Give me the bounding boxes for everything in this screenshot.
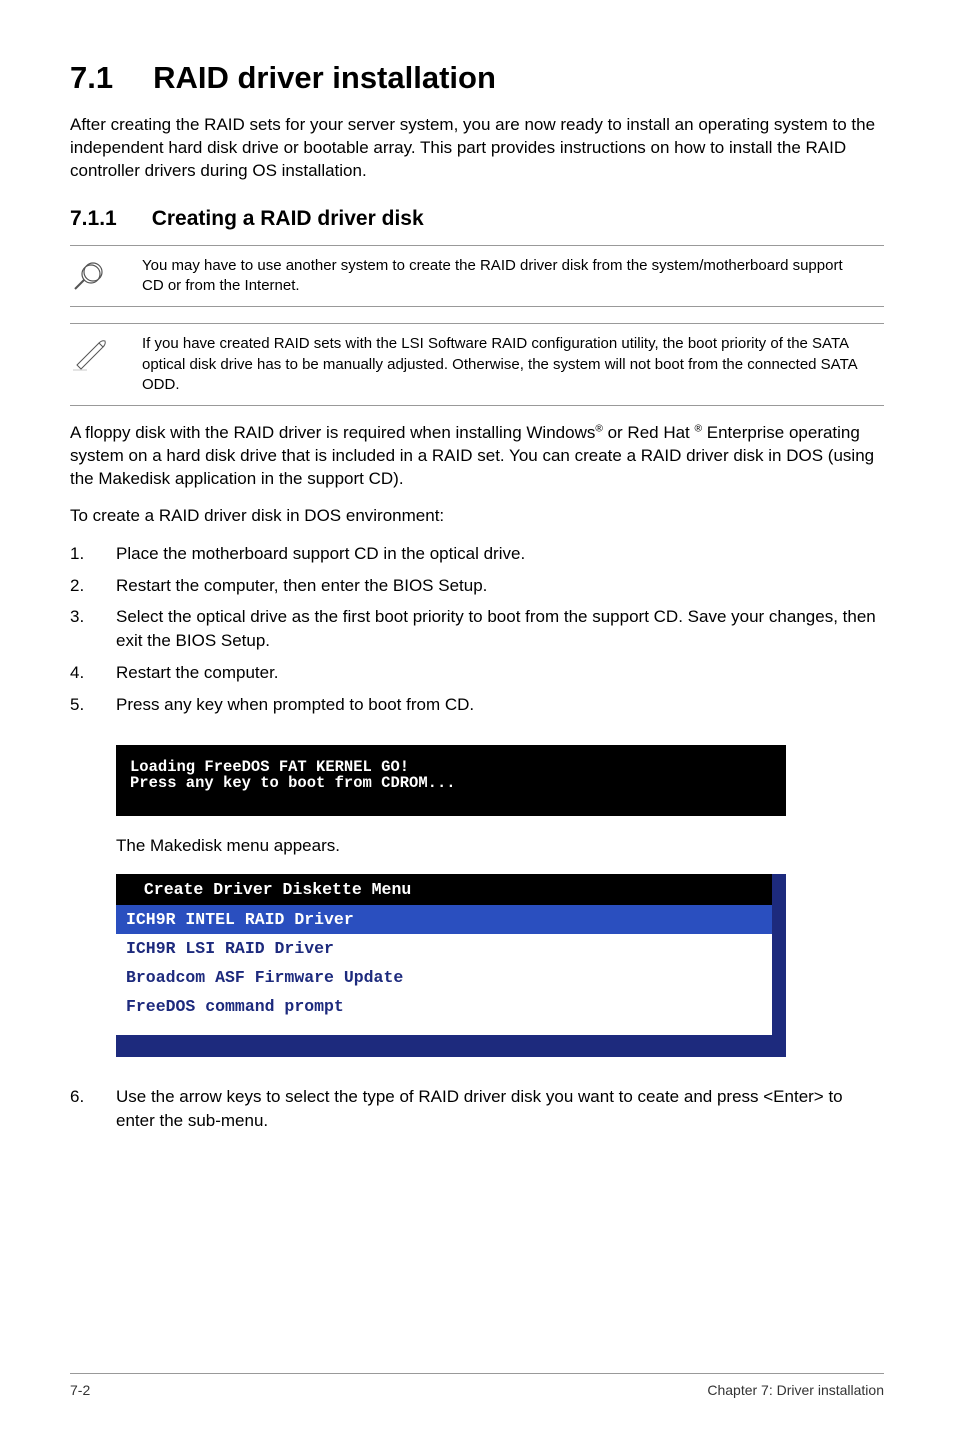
subheading-title: Creating a RAID driver disk	[152, 207, 424, 230]
heading-title: RAID driver installation	[153, 60, 496, 95]
sub-heading: 7.1.1 Creating a RAID driver disk	[70, 207, 884, 231]
menu-item: Broadcom ASF Firmware Update	[116, 963, 772, 992]
list-item: 1.Place the motherboard support CD in th…	[70, 542, 884, 566]
heading-number: 7.1	[70, 60, 113, 96]
terminal-output: Loading FreeDOS FAT KERNEL GO! Press any…	[116, 745, 786, 816]
note-text-1: You may have to use another system to cr…	[142, 256, 884, 297]
body-paragraph-2: To create a RAID driver disk in DOS envi…	[70, 505, 884, 528]
terminal-line: Loading FreeDOS FAT KERNEL GO!	[130, 759, 772, 776]
list-item: 6.Use the arrow keys to select the type …	[70, 1085, 884, 1133]
page-footer: 7-2 Chapter 7: Driver installation	[70, 1373, 884, 1398]
main-heading: 7.1 RAID driver installation	[70, 60, 884, 96]
chapter-label: Chapter 7: Driver installation	[707, 1382, 884, 1398]
pen-icon	[70, 334, 112, 374]
list-item: 4.Restart the computer.	[70, 661, 884, 685]
reg-mark: ®	[695, 423, 703, 434]
note-block-pen: If you have created RAID sets with the L…	[70, 323, 884, 406]
list-item: 2.Restart the computer, then enter the B…	[70, 574, 884, 598]
steps-list: 1.Place the motherboard support CD in th…	[70, 542, 884, 725]
body-paragraph-1: A floppy disk with the RAID driver is re…	[70, 422, 884, 491]
menu-item: ICH9R LSI RAID Driver	[116, 934, 772, 963]
terminal-line: Press any key to boot from CDROM...	[130, 775, 772, 792]
list-item: 3.Select the optical drive as the first …	[70, 605, 884, 653]
subheading-number: 7.1.1	[70, 207, 117, 231]
steps-list-continued: 6.Use the arrow keys to select the type …	[70, 1085, 884, 1141]
note-text-2: If you have created RAID sets with the L…	[142, 334, 884, 395]
magnifier-icon	[70, 256, 112, 296]
intro-paragraph: After creating the RAID sets for your se…	[70, 114, 884, 183]
menu-item: FreeDOS command prompt	[116, 992, 772, 1021]
menu-header: Create Driver Diskette Menu	[116, 874, 772, 905]
list-item: 5.Press any key when prompted to boot fr…	[70, 693, 884, 717]
reg-mark: ®	[595, 423, 603, 434]
menu-item-selected: ICH9R INTEL RAID Driver	[116, 905, 772, 934]
note-block-info: You may have to use another system to cr…	[70, 245, 884, 308]
page-number: 7-2	[70, 1382, 90, 1398]
makedisk-menu: Create Driver Diskette Menu ICH9R INTEL …	[116, 874, 786, 1057]
makedisk-caption: The Makedisk menu appears.	[116, 836, 884, 856]
